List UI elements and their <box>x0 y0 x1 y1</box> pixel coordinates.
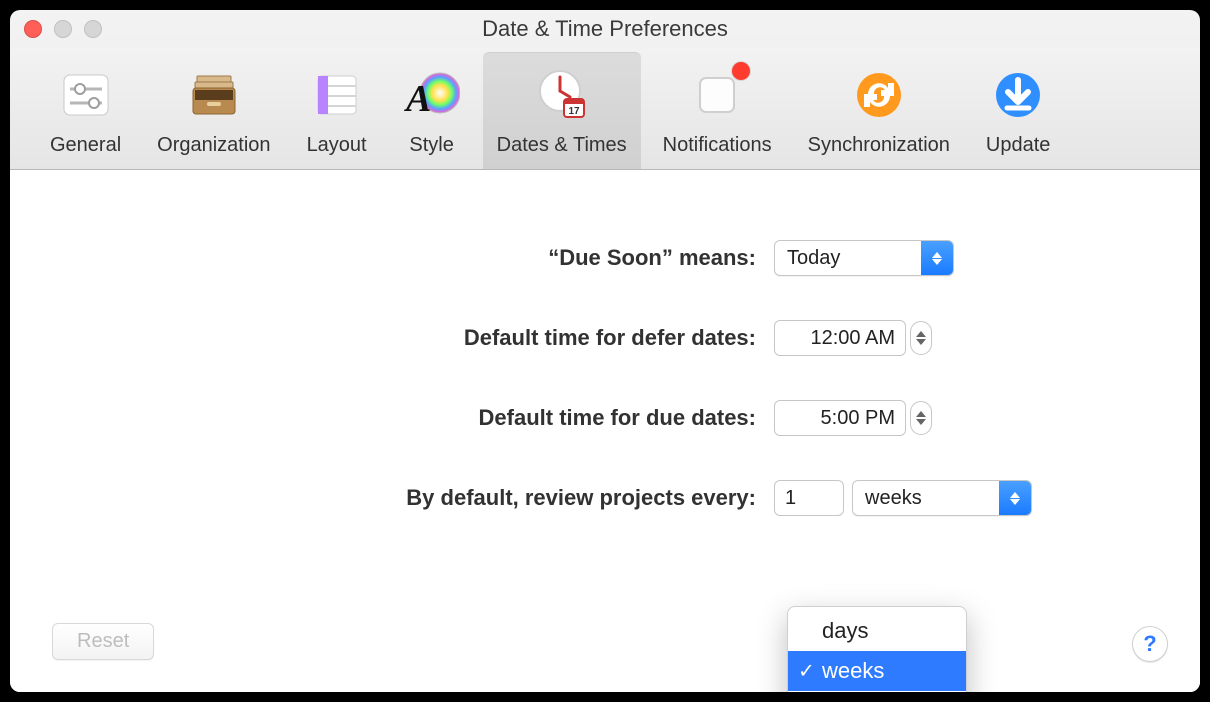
clock-calendar-icon: 17 <box>533 66 591 124</box>
preferences-content: “Due Soon” means: Today Default time for… <box>10 170 1200 692</box>
review-unit-value: weeks <box>853 487 934 510</box>
sliders-icon <box>57 66 115 124</box>
toolbar-item-label: Style <box>409 134 453 157</box>
due-time-field[interactable]: 5:00 PM <box>774 400 906 436</box>
notification-badge <box>732 62 750 80</box>
due-soon-value: Today <box>775 247 852 270</box>
toolbar-layout[interactable]: Layout <box>293 52 381 169</box>
due-soon-label: “Due Soon” means: <box>116 245 756 271</box>
defer-time-stepper[interactable] <box>910 321 932 355</box>
toolbar-item-label: Update <box>986 134 1051 157</box>
review-unit-menu: days weeks months years <box>787 606 967 692</box>
notification-icon <box>688 66 746 124</box>
toolbar-item-label: Organization <box>157 134 270 157</box>
toolbar-style[interactable]: A Style <box>389 52 475 169</box>
review-label: By default, review projects every: <box>116 485 756 511</box>
reset-button[interactable]: Reset <box>52 623 154 660</box>
menu-item-months[interactable]: months <box>788 691 966 692</box>
toolbar-item-label: General <box>50 134 121 157</box>
toolbar-update[interactable]: Update <box>972 52 1065 169</box>
due-time-stepper[interactable] <box>910 401 932 435</box>
defer-time-field[interactable]: 12:00 AM <box>774 320 906 356</box>
toolbar-organization[interactable]: Organization <box>143 52 284 169</box>
defer-time-label: Default time for defer dates: <box>116 325 756 351</box>
download-icon <box>989 66 1047 124</box>
minimize-window-button[interactable] <box>54 20 72 38</box>
window-controls <box>24 20 102 38</box>
menu-item-days[interactable]: days <box>788 611 966 651</box>
window-title: Date & Time Preferences <box>10 16 1200 42</box>
review-count-field[interactable]: 1 <box>774 480 844 516</box>
close-window-button[interactable] <box>24 20 42 38</box>
svg-text:A: A <box>404 78 431 120</box>
style-icon: A <box>403 66 461 124</box>
due-soon-popup[interactable]: Today <box>774 240 954 276</box>
help-button[interactable]: ? <box>1132 626 1168 662</box>
chevron-updown-icon <box>999 481 1031 515</box>
toolbar-notifications[interactable]: Notifications <box>649 52 786 169</box>
due-time-label: Default time for due dates: <box>116 405 756 431</box>
preferences-toolbar: General Organization <box>10 48 1200 170</box>
toolbar-general[interactable]: General <box>36 52 135 169</box>
chevron-updown-icon <box>921 241 953 275</box>
preferences-window: Date & Time Preferences General <box>10 10 1200 692</box>
layout-icon <box>308 66 366 124</box>
sync-icon <box>850 66 908 124</box>
toolbar-item-label: Dates & Times <box>497 134 627 157</box>
review-unit-popup[interactable]: weeks <box>852 480 1032 516</box>
drawer-icon <box>185 66 243 124</box>
titlebar: Date & Time Preferences <box>10 10 1200 48</box>
menu-item-weeks[interactable]: weeks <box>788 651 966 691</box>
toolbar-dates-times[interactable]: 17 Dates & Times <box>483 52 641 169</box>
toolbar-item-label: Synchronization <box>808 134 950 157</box>
toolbar-synchronization[interactable]: Synchronization <box>794 52 964 169</box>
svg-text:17: 17 <box>568 106 580 117</box>
toolbar-item-label: Notifications <box>663 134 772 157</box>
toolbar-item-label: Layout <box>307 134 367 157</box>
zoom-window-button[interactable] <box>84 20 102 38</box>
